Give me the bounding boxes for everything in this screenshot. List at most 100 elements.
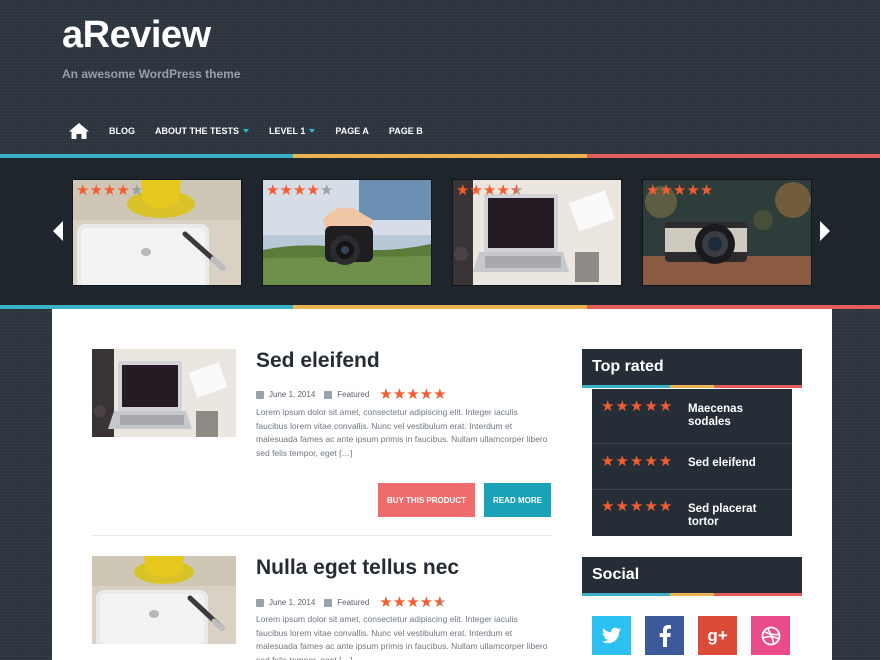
star-icon: ★	[601, 498, 615, 515]
star-icon: ★	[644, 498, 658, 515]
post-image	[92, 349, 236, 437]
google-plus-icon: g+	[707, 625, 728, 645]
nav-item-label: PAGE B	[388, 126, 423, 136]
post-rating: ★ ★ ★ ★ ★	[379, 387, 446, 402]
star-icon: ★	[646, 182, 660, 199]
facebook-button[interactable]	[645, 616, 684, 655]
star-icon: ★	[116, 182, 130, 199]
post-thumbnail[interactable]	[92, 556, 236, 644]
nav-item-label: PAGE A	[335, 126, 369, 136]
post-category[interactable]: Featured	[337, 598, 369, 607]
star-icon: ★	[615, 498, 629, 515]
home-icon[interactable]	[68, 121, 90, 141]
top-rated-item-label: Sed eleifend	[688, 457, 756, 469]
star-icon: ★	[406, 386, 420, 403]
dribbble-button[interactable]	[751, 616, 790, 655]
nav-item-about-the-tests[interactable]: ABOUT THE TESTS	[155, 126, 250, 136]
calendar-icon	[256, 598, 264, 607]
star-icon: ★	[615, 398, 629, 415]
star-icon: ★	[601, 453, 615, 470]
slide-rating: ★ ★ ★ ★ ★	[76, 183, 143, 198]
post-meta: June 1, 2014 Featured ★ ★ ★ ★ ★	[256, 387, 447, 402]
slide-rating: ★ ★ ★ ★ ★	[456, 183, 523, 198]
star-icon: ★	[456, 182, 470, 199]
twitter-button[interactable]	[592, 616, 631, 655]
star-icon: ★	[658, 398, 673, 415]
top-rated-item-label: Sed placerat tortor	[688, 503, 757, 528]
nav-item-page-a[interactable]: PAGE A	[335, 126, 369, 136]
site-title[interactable]: aReview	[62, 14, 211, 57]
post-excerpt: Lorem ipsum dolor sit amet, consectetur …	[256, 614, 548, 660]
site-tagline: An awesome WordPress theme	[62, 67, 241, 81]
star-icon: ★	[469, 182, 483, 199]
post-date: June 1, 2014	[269, 390, 316, 399]
post-divider	[92, 535, 551, 536]
slide-2[interactable]: ★ ★ ★ ★ ★	[263, 180, 431, 285]
caret-down-icon	[243, 129, 250, 133]
top-rated-item[interactable]: ★ ★ ★ ★ ★ Maecenas sodales	[592, 389, 792, 444]
google-plus-button[interactable]: g+	[698, 616, 737, 655]
star-icon: ★	[629, 498, 644, 515]
star-icon: ★	[659, 182, 673, 199]
star-icon: ★	[644, 398, 658, 415]
top-rated-item-label: Maecenas sodales	[688, 403, 743, 428]
star-icon: ★	[510, 183, 523, 198]
post-thumbnail[interactable]	[92, 349, 236, 437]
nav-item-label: ABOUT THE TESTS	[155, 126, 240, 136]
top-rated-item[interactable]: ★ ★ ★ ★ ★ Sed placerat tortor	[592, 490, 792, 536]
star-icon: ★	[433, 595, 446, 610]
nav-item-level-1[interactable]: LEVEL 1	[269, 126, 316, 136]
star-icon: ★	[629, 453, 644, 470]
star-icon: ★	[76, 182, 90, 199]
slide-1[interactable]: ★ ★ ★ ★ ★	[73, 180, 241, 285]
star-icon: ★	[629, 398, 644, 415]
widget-stripe	[582, 385, 802, 388]
buy-product-button[interactable]: BUY THIS PRODUCT	[378, 483, 475, 517]
star-icon: ★	[658, 453, 673, 470]
star-icon: ★	[319, 182, 334, 199]
post-category[interactable]: Featured	[337, 390, 369, 399]
top-rated-item[interactable]: ★ ★ ★ ★ ★ Sed eleifend	[592, 444, 792, 490]
star-icon: ★	[129, 182, 144, 199]
nav-item-label: LEVEL 1	[269, 126, 306, 136]
nav-item-label: BLOG	[109, 126, 135, 136]
read-more-button[interactable]: READ MORE	[484, 483, 551, 517]
star-icon: ★	[419, 386, 434, 403]
facebook-icon	[659, 624, 671, 647]
nav-item-blog[interactable]: BLOG	[109, 126, 135, 136]
post-title[interactable]: Sed eleifend	[256, 349, 380, 373]
star-icon: ★	[306, 182, 320, 199]
widget-title-social: Social	[582, 557, 802, 593]
main-nav: BLOG ABOUT THE TESTS LEVEL 1 PAGE A PAGE…	[68, 120, 443, 142]
widget-title-top-rated: Top rated	[582, 349, 802, 385]
star-icon: ★	[658, 498, 673, 515]
widget-stripe	[582, 593, 802, 596]
post-date: June 1, 2014	[269, 598, 316, 607]
star-icon: ★	[419, 594, 434, 611]
top-rated-list: ★ ★ ★ ★ ★ Maecenas sodales ★ ★ ★ ★ ★ Sed eleifen…	[592, 389, 792, 536]
chevron-right-icon[interactable]	[818, 220, 832, 242]
post-title[interactable]: Nulla eget tellus nec	[256, 556, 459, 580]
item-rating: ★ ★ ★ ★ ★	[601, 499, 673, 514]
star-icon: ★	[615, 453, 629, 470]
post-meta: June 1, 2014 Featured ★ ★ ★ ★ ★	[256, 595, 447, 610]
star-icon: ★	[699, 182, 714, 199]
slide-3[interactable]: ★ ★ ★ ★ ★	[453, 180, 621, 285]
star-icon: ★	[686, 182, 700, 199]
post-image	[92, 556, 236, 644]
item-rating: ★ ★ ★ ★ ★	[601, 454, 673, 469]
folder-icon	[324, 390, 333, 399]
folder-icon	[324, 598, 333, 607]
star-icon: ★	[433, 386, 447, 403]
review-slider: ★ ★ ★ ★ ★ ★ ★ ★ ★ ★ ★ ★ ★ ★ ★ ★ ★ ★ ★ ★ …	[0, 158, 880, 305]
star-icon: ★	[672, 182, 687, 199]
item-rating: ★ ★ ★ ★ ★	[601, 399, 673, 414]
chevron-left-icon[interactable]	[51, 220, 65, 242]
star-icon: ★	[392, 386, 407, 403]
star-icon: ★	[406, 594, 420, 611]
slide-4[interactable]: ★ ★ ★ ★ ★	[643, 180, 811, 285]
star-icon: ★	[279, 182, 293, 199]
caret-down-icon	[309, 129, 316, 133]
star-icon: ★	[392, 594, 407, 611]
nav-item-page-b[interactable]: PAGE B	[389, 126, 423, 136]
